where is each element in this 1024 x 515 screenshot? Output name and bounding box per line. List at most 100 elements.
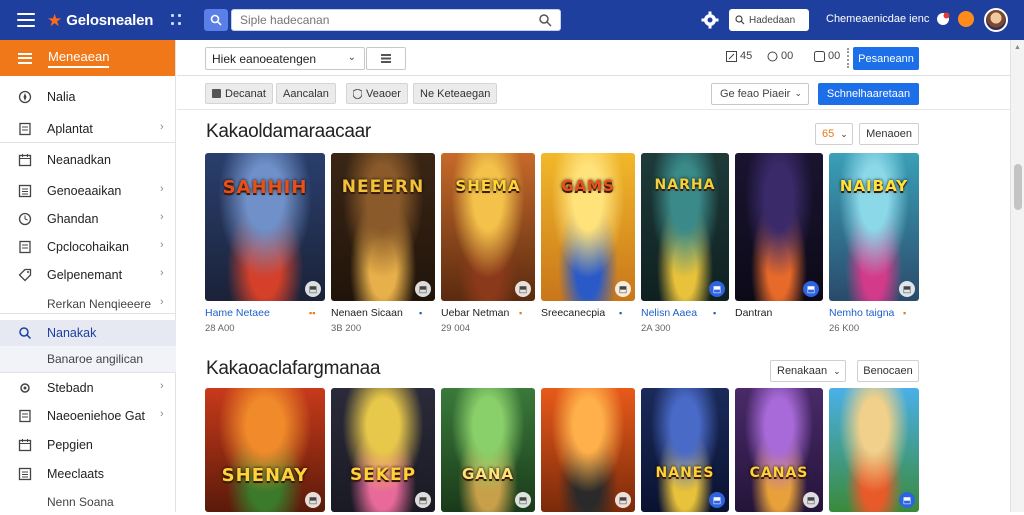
filter-chip-label: Ne Keteaegan [420,87,491,100]
game-meta: 29 004 [441,323,471,334]
filter-chip[interactable]: Decanat [205,83,273,104]
filter-chip[interactable]: Aancalan [276,83,336,104]
game-title[interactable]: Nenaen Sicaan [331,307,403,319]
quick-search-field[interactable]: Hadedaan [729,9,809,31]
game-card[interactable]: ⬒ [541,388,635,512]
sidebar-item[interactable]: Nenn Soana [0,489,176,515]
platform-badge-icon: ⬒ [515,281,531,297]
game-card[interactable]: NARHA ⬒ [641,153,729,301]
game-title[interactable]: Dantran [735,307,772,319]
sidebar-item[interactable]: Banaroe angilican [0,346,176,372]
sidebar-item[interactable]: Ghandan › [0,206,176,232]
game-card[interactable]: SHEMA ⬒ [441,153,535,301]
sidebar-item[interactable]: Aplantat › [0,116,176,142]
scrollbar[interactable]: ▲ [1010,40,1024,512]
list-icon [18,184,32,198]
sort-select[interactable]: Ge feao Piaeir ⌄ [711,83,809,105]
sidebar-item[interactable]: Nalia [0,84,176,110]
game-card[interactable]: SHENAY ⬒ [205,388,325,512]
search-icon[interactable] [538,13,552,27]
platform-badge-icon: ⬒ [615,281,631,297]
apply-button[interactable]: Schnelhaaretaan [818,83,919,105]
platform-badge-icon: ⬒ [305,492,321,508]
view-select[interactable]: Hiek eanoeatengen ⌄ [205,47,365,70]
platform-badge-icon: ⬒ [415,281,431,297]
game-card[interactable]: NANES ⬒ [641,388,729,512]
section-sort-select[interactable]: Renakaan ⌄ [770,360,846,382]
sidebar-item[interactable]: Pepgien [0,432,176,458]
game-cover-art [205,153,325,301]
menu-icon[interactable] [18,52,32,64]
game-title[interactable]: Uebar Netman [441,307,509,319]
comments-button[interactable]: 00 [767,50,793,62]
section-more-button[interactable]: Benocaen [857,360,919,382]
filter-chip-label: Aancalan [283,87,329,100]
game-card[interactable]: NEEERN ⬒ [331,153,435,301]
sidebar-item[interactable]: Meeclaats [0,461,176,487]
search-button[interactable] [204,9,228,31]
scroll-up-icon[interactable]: ▲ [1014,44,1021,51]
game-title[interactable]: Nelisn Aaea [641,307,697,319]
game-cover-title: GANA [461,465,515,483]
sidebar-item-label: Genoeaaikan [47,184,122,198]
game-meta: 2A 300 [641,323,671,334]
sidebar-header[interactable]: Meneaean [0,40,175,76]
apps-grid-icon[interactable] [171,14,183,26]
primary-button[interactable]: Pesaneann [853,47,919,70]
settings-icon[interactable] [700,10,720,30]
view-options-button[interactable] [366,47,406,70]
scrollbar-thumb[interactable] [1014,164,1022,210]
sidebar-header-label: Meneaean [48,49,110,68]
chevron-right-icon: › [160,296,164,308]
platform-badge-icon: ⬒ [615,492,631,508]
game-title[interactable]: Nemho taigna [829,307,894,319]
game-card[interactable]: ⬒ [829,388,919,512]
bookmark-button[interactable]: 00 [814,50,840,62]
sidebar-item[interactable]: Stebadn › [0,375,176,401]
notification-icon[interactable] [936,12,950,26]
share-button[interactable]: 45 [726,50,752,62]
sidebar-item-label: Ghandan [47,212,99,226]
game-card[interactable]: GANA ⬒ [441,388,535,512]
platform-icon: ▪▪ [309,308,316,318]
share-icon [726,50,737,62]
section-more-button[interactable]: Menaoen [859,123,919,145]
sort-select-value: Ge feao Piaeir [720,88,791,100]
game-cover-title: SHEMA [455,177,521,195]
sidebar-item-label: Gelpenemant [47,268,123,282]
search-field[interactable] [231,9,561,31]
list-icon [381,54,391,63]
game-title[interactable]: Sreecanecpia [541,307,605,319]
sidebar-item[interactable]: Naeoeniehoe Gat › [0,403,176,429]
sidebar-item[interactable]: Neanadkan [0,147,176,173]
bookmark-count: 00 [828,50,841,62]
game-title[interactable]: Hame Netaee [205,307,270,319]
chevron-right-icon: › [160,267,164,279]
game-card[interactable]: CANAS ⬒ [735,388,823,512]
section-filter-select[interactable]: 65 ⌄ [815,123,853,145]
game-cover-title: CANAS [749,465,809,481]
platform-icon: ▪ [519,308,523,318]
section-filter-value: 65 [822,128,835,140]
platform-icon: ▪ [713,308,717,318]
game-card[interactable]: NAIBAY ⬒ [829,153,919,301]
avatar[interactable] [984,8,1008,32]
sidebar-item[interactable]: Genoeaaikan › [0,178,176,204]
sidebar-item[interactable]: Gelpenemant › [0,262,176,288]
user-name[interactable]: Chemeaenicdae ienc [826,13,929,25]
sidebar-item[interactable]: Cpclocohaikan › [0,234,176,260]
filter-chip[interactable]: Veaoer [346,83,408,104]
status-icon[interactable] [958,11,974,27]
menu-icon[interactable] [17,13,35,27]
search-input[interactable] [240,13,530,27]
platform-badge-icon: ⬒ [709,492,725,508]
sidebar-item[interactable]: Nanakak [0,320,176,346]
platform-badge-icon: ⬒ [515,492,531,508]
game-card[interactable]: ⬒ [735,153,823,301]
game-card[interactable]: GAMS ⬒ [541,153,635,301]
game-cover-title: SEKEP [349,465,417,485]
more-icon[interactable] [847,48,849,68]
filter-chip[interactable]: Ne Keteaegan [413,83,498,104]
game-card[interactable]: SEKEP ⬒ [331,388,435,512]
game-card[interactable]: SAHHIH ⬒ [205,153,325,301]
